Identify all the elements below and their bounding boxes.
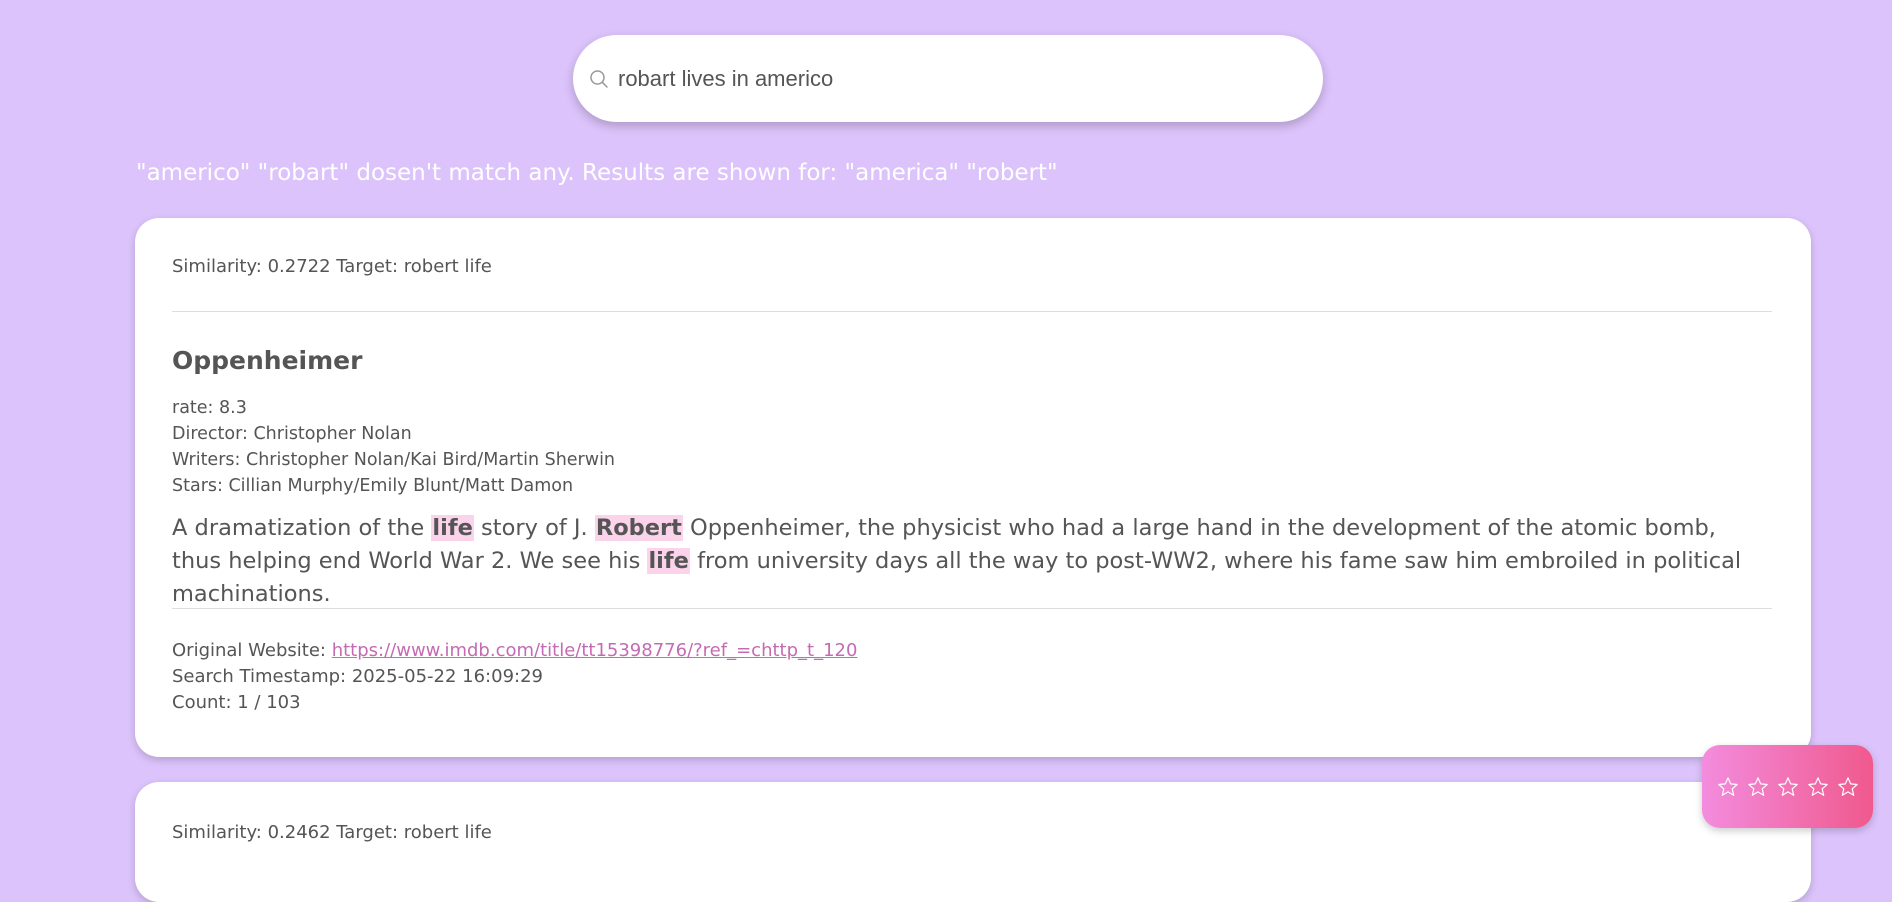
result-title: Oppenheimer [172, 346, 363, 375]
star-icon[interactable] [1806, 775, 1830, 799]
director-text: Director: Christopher Nolan [172, 424, 412, 444]
desc-text: story of J. [473, 515, 595, 541]
website-label: Original Website: [172, 640, 332, 661]
search-input[interactable] [618, 65, 1298, 92]
count-text: Count: 1 / 103 [172, 692, 301, 713]
result-description: A dramatization of the life story of J. … [172, 512, 1772, 611]
timestamp-text: Search Timestamp: 2025-05-22 16:09:29 [172, 666, 543, 687]
highlight-term: Robert [594, 515, 683, 541]
highlight-term: life [647, 548, 690, 574]
search-bar[interactable] [573, 35, 1323, 122]
stars-text: Stars: Cillian Murphy/Emily Blunt/Matt D… [172, 476, 574, 496]
search-icon [586, 66, 612, 92]
divider [172, 608, 1772, 609]
spelling-notice: "americo" "robart" dosen't match any. Re… [136, 160, 1058, 186]
similarity-line: Similarity: 0.2722 Target: robert life [172, 256, 492, 277]
rating-widget [1702, 745, 1873, 828]
star-icon[interactable] [1776, 775, 1800, 799]
highlight-term: life [431, 515, 474, 541]
result-details: rate: 8.3 Director: Christopher Nolan Wr… [172, 395, 615, 499]
website-link[interactable]: https://www.imdb.com/title/tt15398776/?r… [332, 640, 858, 661]
star-icon[interactable] [1746, 775, 1770, 799]
writers-text: Writers: Christopher Nolan/Kai Bird/Mart… [172, 450, 616, 470]
rate-text: rate: 8.3 [172, 398, 247, 418]
similarity-line: Similarity: 0.2462 Target: robert life [172, 822, 492, 843]
star-icon[interactable] [1836, 775, 1860, 799]
result-card: Similarity: 0.2462 Target: robert life [135, 782, 1811, 902]
result-card: Similarity: 0.2722 Target: robert life O… [135, 218, 1811, 757]
star-icon[interactable] [1716, 775, 1740, 799]
desc-text: A dramatization of the [172, 515, 432, 541]
website-line: Original Website: https://www.imdb.com/t… [172, 638, 857, 664]
divider [172, 311, 1772, 312]
result-footer: Original Website: https://www.imdb.com/t… [172, 638, 857, 716]
